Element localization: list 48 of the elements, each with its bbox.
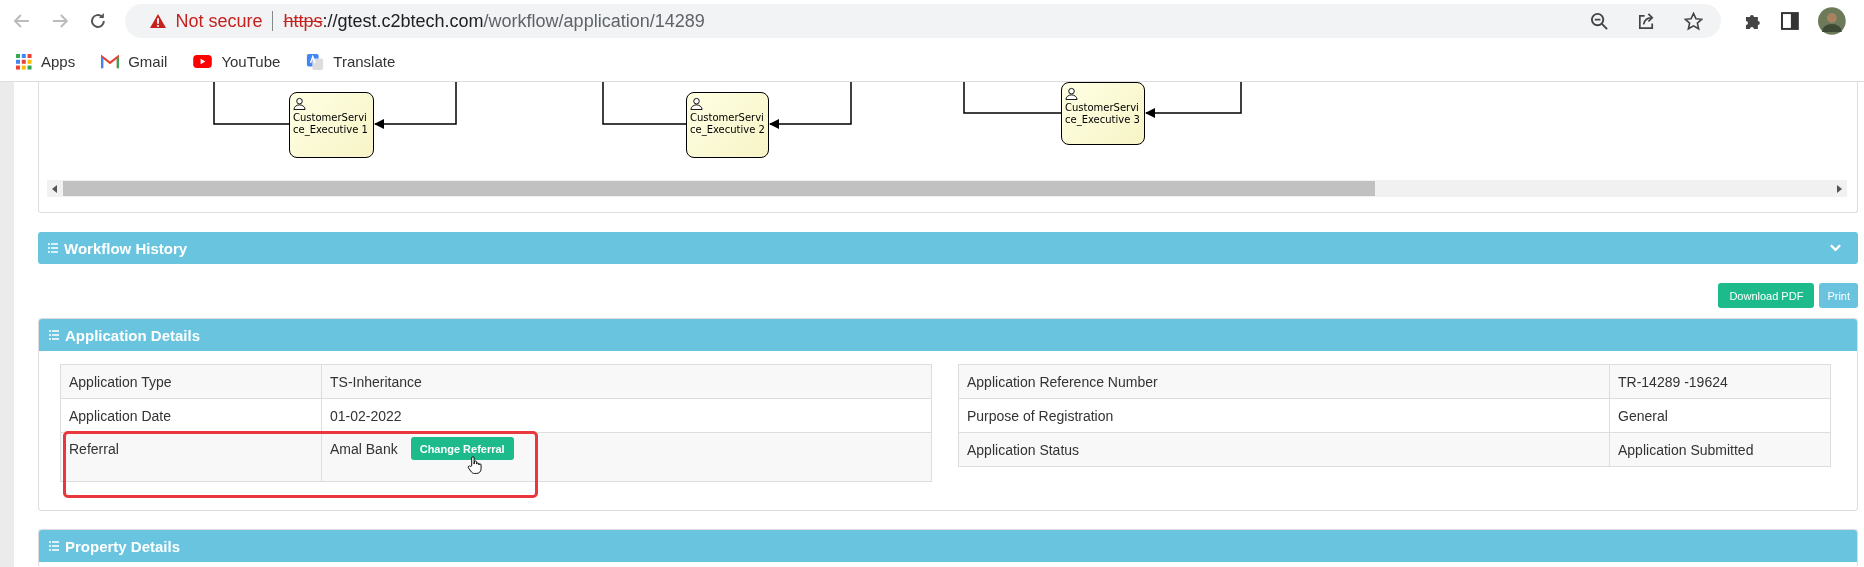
scroll-right-icon[interactable] <box>1835 184 1843 193</box>
node-label: CustomerServi ce_Executive 1 <box>293 112 368 136</box>
play-icon <box>193 55 213 68</box>
table-cell: Referral <box>60 432 322 482</box>
translate-icon <box>306 52 325 71</box>
cell-value: Amal Bank <box>330 441 398 458</box>
bookmark-link[interactable]: Translate <box>306 52 396 71</box>
node-label: CustomerServi ce_Executive 3 <box>1065 102 1140 126</box>
envelope-icon <box>101 54 120 69</box>
cell-value: TS-Inheritance <box>330 373 422 390</box>
grid-icon <box>16 53 32 70</box>
table-cell: Application Status <box>958 432 1610 467</box>
share-icon[interactable] <box>1636 11 1656 31</box>
user-icon <box>1065 87 1078 100</box>
avatar-icon[interactable] <box>1818 7 1846 35</box>
bookmark-link[interactable]: Gmail <box>101 53 168 70</box>
table-cell: Purpose of Registration <box>958 398 1610 433</box>
zoom-out-icon[interactable] <box>1589 11 1609 31</box>
table-cell: Application Reference Number <box>958 364 1610 399</box>
panel-title: Workflow History <box>64 239 188 257</box>
user-icon <box>293 97 306 110</box>
list-icon <box>49 541 59 551</box>
node-label: CustomerServi ce_Executive 2 <box>690 112 765 136</box>
list-icon <box>48 243 58 253</box>
table-cell: TR-14289 -19624 <box>1609 364 1831 399</box>
bookmark-link[interactable]: YouTube <box>193 53 281 70</box>
star-icon[interactable] <box>1683 11 1703 31</box>
hand-cursor-icon <box>467 455 482 475</box>
cell-value: 01-02-2022 <box>330 407 402 424</box>
bookmark-link[interactable]: Apps <box>16 53 76 70</box>
side-panel-icon[interactable] <box>1780 11 1801 31</box>
task-node[interactable]: CustomerServi ce_Executive 3 <box>1061 82 1145 145</box>
warning-icon <box>149 13 168 29</box>
task-node[interactable]: CustomerServi ce_Executive 2 <box>686 92 769 158</box>
url-text: https://gtest.c2btech.com/workflow/application/14289 <box>283 10 705 32</box>
task-node[interactable]: CustomerServi ce_Executive 1 <box>289 92 374 158</box>
user-icon <box>690 97 703 110</box>
table-cell: Application Date <box>60 398 322 433</box>
panel-title: Property Details <box>65 537 181 555</box>
scroll-left-icon[interactable] <box>51 184 59 193</box>
horizontal-scrollbar[interactable] <box>47 180 1847 197</box>
table-cell: Application Submitted <box>1609 432 1831 467</box>
panel-title: Application Details <box>65 326 201 344</box>
address-bar[interactable]: Not secure https://gtest.c2btech.com/workflow/application/14289 <box>125 4 1721 38</box>
security-label: Not secure <box>175 10 263 32</box>
table-cell: General <box>1609 398 1831 433</box>
list-icon <box>49 330 59 340</box>
table-cell: Application Type <box>60 364 322 399</box>
